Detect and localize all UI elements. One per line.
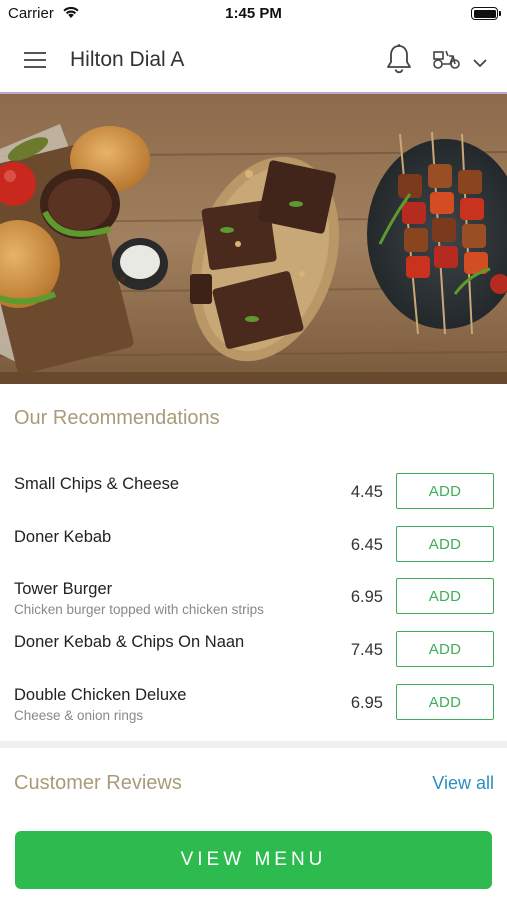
app-header: Hilton Dial A	[0, 28, 507, 94]
item-price: 6.95	[350, 694, 383, 712]
add-button[interactable]: ADD	[396, 526, 494, 562]
customer-reviews-title: Customer Reviews	[14, 772, 182, 794]
bell-icon[interactable]	[385, 43, 413, 80]
item-description: Chicken burger topped with chicken strip…	[14, 602, 264, 617]
view-all-reviews-link[interactable]: View all	[432, 773, 494, 794]
add-button[interactable]: ADD	[396, 473, 494, 509]
recommendation-item: Doner Kebab & Chips On Naan 7.45 ADD	[0, 631, 507, 683]
item-name: Double Chicken Deluxe	[14, 686, 187, 704]
add-button[interactable]: ADD	[396, 684, 494, 720]
status-time: 1:45 PM	[225, 5, 282, 22]
battery-tip	[499, 11, 501, 16]
delivery-scooter-icon[interactable]	[432, 48, 462, 75]
item-price: 7.45	[350, 641, 383, 659]
add-button[interactable]: ADD	[396, 578, 494, 614]
menu-icon[interactable]	[24, 51, 46, 69]
item-description: Cheese & onion rings	[14, 708, 144, 723]
restaurant-title: Hilton Dial A	[70, 48, 185, 71]
status-bar: Carrier 1:45 PM	[0, 0, 507, 28]
add-button[interactable]: ADD	[396, 631, 494, 667]
view-menu-button[interactable]: VIEW MENU	[15, 831, 492, 889]
menu-icon-bar	[24, 52, 46, 54]
battery-level-fill	[473, 9, 496, 18]
recommendation-item: Double Chicken Deluxe Cheese & onion rin…	[0, 684, 507, 736]
section-divider	[0, 741, 507, 748]
item-name: Small Chips & Cheese	[14, 475, 180, 493]
item-price: 4.45	[350, 483, 383, 501]
battery-icon	[471, 7, 501, 20]
recommendation-item: Small Chips & Cheese 4.45 ADD	[0, 473, 507, 525]
item-name: Tower Burger	[14, 580, 113, 598]
item-price: 6.45	[350, 536, 383, 554]
item-name: Doner Kebab	[14, 528, 112, 546]
menu-icon-bar	[24, 59, 46, 61]
recommendation-item: Tower Burger Chicken burger topped with …	[0, 578, 507, 630]
recommendations-title: Our Recommendations	[14, 407, 220, 429]
recommendation-item: Doner Kebab 6.45 ADD	[0, 526, 507, 578]
item-price: 6.95	[350, 588, 383, 606]
chevron-down-icon[interactable]	[473, 55, 487, 73]
item-name: Doner Kebab & Chips On Naan	[14, 633, 245, 651]
hero-food-banner	[0, 94, 507, 384]
menu-icon-bar	[24, 66, 46, 68]
